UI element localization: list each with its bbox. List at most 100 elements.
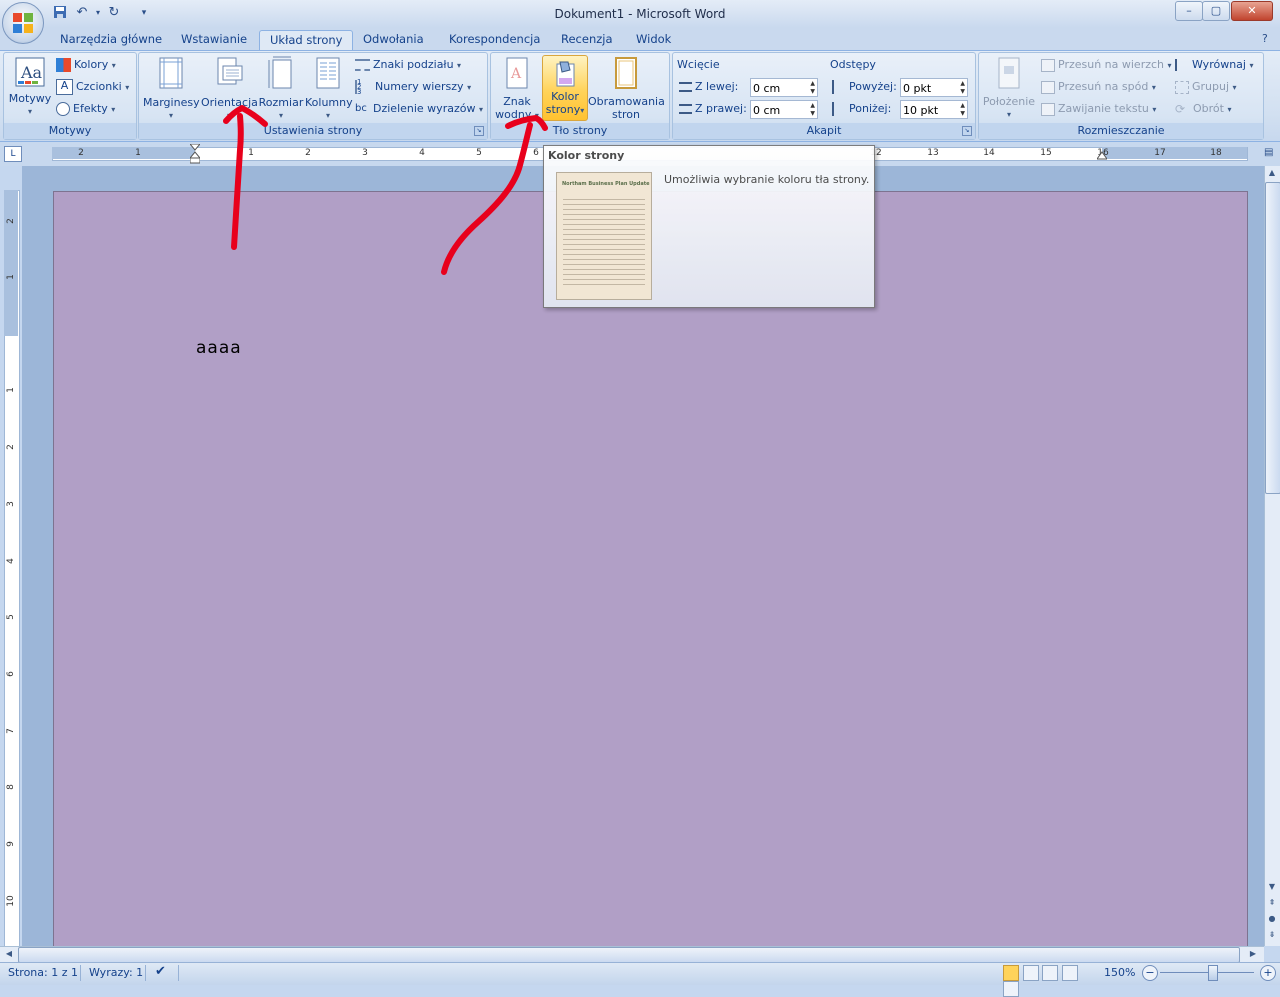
previous-page-icon[interactable]: ⇞ — [1265, 896, 1279, 910]
kolor-strony-button[interactable]: Kolor strony▾ — [542, 55, 588, 121]
ruler-number: 2 — [78, 148, 84, 158]
wyrownaj-button[interactable]: Wyrównaj ▾ — [1175, 55, 1253, 75]
spin-arrows-icon[interactable]: ▲ ▼ — [960, 80, 965, 96]
motywy-button[interactable]: Aa Motywy ▾ — [7, 56, 53, 118]
proofing-icon[interactable]: ✔ — [155, 964, 166, 979]
przesun-na-spod-button[interactable]: Przesuń na spód ▾ — [1041, 77, 1156, 97]
marginesy-button[interactable]: Marginesy ▾ — [143, 56, 200, 122]
vruler-number: 2 — [6, 444, 16, 450]
draft-view-icon[interactable] — [1003, 981, 1019, 997]
tab-odwolania[interactable]: Odwołania — [353, 30, 434, 50]
right-indent-marker-icon[interactable] — [1096, 150, 1108, 160]
obramowania-stron-button[interactable]: Obramowania stron — [588, 56, 665, 121]
maximize-button[interactable]: ▢ — [1202, 1, 1230, 21]
vruler-number: 10 — [6, 895, 16, 907]
orientacja-label: Orientacja — [201, 96, 258, 109]
vruler-number: 3 — [6, 501, 16, 507]
zoom-in-icon[interactable]: + — [1260, 965, 1276, 981]
ponizej-input[interactable]: 10 pkt ▲ ▼ — [900, 100, 968, 119]
scroll-left-icon[interactable]: ◀ — [2, 947, 16, 961]
minimize-button[interactable]: – — [1175, 1, 1203, 21]
outline-view-icon[interactable] — [1061, 965, 1078, 981]
akapit-launcher-icon[interactable]: ↘ — [962, 126, 972, 136]
z-lewej-input[interactable]: 0 cm ▲ ▼ — [750, 78, 818, 97]
zoom-slider-thumb[interactable] — [1208, 965, 1218, 981]
tab-wstawianie[interactable]: Wstawianie — [171, 30, 257, 50]
web-layout-icon[interactable] — [1042, 965, 1058, 981]
view-buttons — [1003, 965, 1093, 997]
znaki-podzialu-button[interactable]: Znaki podziału ▾ — [355, 55, 461, 75]
office-button[interactable] — [2, 2, 44, 44]
page-color-icon — [556, 61, 575, 87]
znak-wodny-button[interactable]: A Znak wodny ▾ — [494, 56, 540, 122]
vruler-number: 1 — [6, 274, 16, 280]
group-label-ustawienia-strony: Ustawienia strony — [139, 123, 487, 139]
spin-arrows-icon[interactable]: ▲ ▼ — [960, 102, 965, 118]
colors-icon — [56, 58, 71, 72]
obrot-button[interactable]: ⟳ Obrót ▾ — [1175, 99, 1231, 119]
page-borders-icon — [615, 57, 637, 89]
vertical-scroll-thumb[interactable] — [1265, 182, 1280, 494]
grupuj-button[interactable]: Grupuj ▾ — [1175, 77, 1237, 97]
full-screen-reading-icon[interactable] — [1022, 965, 1039, 981]
group-label-tlo-strony: Tło strony — [491, 123, 669, 139]
tab-widok[interactable]: Widok — [626, 30, 681, 50]
z-prawej-input[interactable]: 0 cm ▲ ▼ — [750, 100, 818, 119]
tab-recenzja[interactable]: Recenzja — [551, 30, 623, 50]
polozenie-button[interactable]: Położenie ▾ — [982, 56, 1036, 121]
rozmiar-button[interactable]: Rozmiar ▾ — [258, 56, 304, 122]
numery-wierszy-button[interactable]: 1 2 3 Numery wierszy ▾ — [355, 77, 471, 97]
help-icon[interactable]: ? — [1262, 32, 1276, 46]
efekty-button[interactable]: Efekty ▾ — [56, 99, 115, 119]
tab-uklad-strony[interactable]: Układ strony — [259, 30, 354, 51]
zoom-level[interactable]: 150% — [1104, 966, 1135, 979]
znak-wodny-label-2: wodny ▾ — [495, 108, 539, 121]
next-page-icon[interactable]: ⇟ — [1265, 928, 1279, 942]
ruler-right-margin — [1102, 147, 1247, 159]
przesun-na-wierzch-button[interactable]: Przesuń na wierzch ▾ — [1041, 55, 1172, 75]
polozenie-label: Położenie — [982, 95, 1036, 108]
align-icon — [1175, 59, 1189, 71]
group-icon — [1175, 80, 1189, 94]
obramowania-label-1: Obramowania — [588, 95, 665, 108]
columns-icon — [316, 57, 340, 89]
tab-narzedzia-glowne[interactable]: Narzędzia główne — [50, 30, 172, 50]
zoom-slider-track[interactable] — [1160, 972, 1254, 973]
motywy-label: Motywy — [8, 92, 52, 105]
close-button[interactable]: ✕ — [1231, 1, 1273, 21]
tab-selector[interactable]: L — [4, 146, 22, 162]
scroll-up-icon[interactable]: ▲ — [1265, 166, 1279, 180]
document-text[interactable]: aaaa — [196, 338, 242, 358]
spin-arrows-icon[interactable]: ▲ ▼ — [810, 102, 815, 118]
ustawienia-launcher-icon[interactable]: ↘ — [474, 126, 484, 136]
scroll-right-icon[interactable]: ▶ — [1246, 947, 1260, 961]
marginesy-label: Marginesy — [143, 96, 200, 109]
zoom-out-icon[interactable]: − — [1142, 965, 1158, 981]
kolumny-button[interactable]: Kolumny ▾ — [305, 56, 353, 122]
dzielenie-wyrazow-button[interactable]: bc Dzielenie wyrazów ▾ — [355, 99, 483, 119]
vruler-number: 2 — [6, 218, 16, 224]
kolory-button[interactable]: Kolory ▾ — [56, 55, 116, 75]
browse-object-icon[interactable]: ● — [1265, 912, 1279, 926]
vruler-number: 1 — [6, 387, 16, 393]
scroll-down-icon[interactable]: ▼ — [1265, 880, 1279, 894]
spin-arrows-icon[interactable]: ▲ ▼ — [810, 80, 815, 96]
powyzej-input[interactable]: 0 pkt ▲ ▼ — [900, 78, 968, 97]
group-label-akapit: Akapit — [673, 123, 975, 139]
efekty-label: Efekty — [73, 102, 108, 115]
zawijanie-tekstu-button[interactable]: Zawijanie tekstu ▾ — [1041, 99, 1156, 119]
breaks-icon — [355, 59, 370, 71]
status-words[interactable]: Wyrazy: 1 — [89, 966, 143, 979]
orientacja-button[interactable]: Orientacja ▾ — [201, 56, 258, 122]
horizontal-scroll-thumb[interactable] — [18, 947, 1240, 963]
print-layout-view-icon[interactable] — [1003, 965, 1019, 981]
kolor-strony-label-2: strony▾ — [545, 103, 585, 116]
czcionki-button[interactable]: A Czcionki ▾ — [56, 77, 129, 97]
status-page[interactable]: Strona: 1 z 1 — [8, 966, 78, 979]
indent-marker-icon[interactable] — [188, 143, 202, 164]
size-icon — [268, 56, 292, 89]
tab-korespondencja[interactable]: Korespondencja — [439, 30, 550, 50]
view-ruler-icon[interactable]: ▤ — [1264, 147, 1278, 161]
ruler-number: 3 — [362, 148, 368, 158]
tooltip-thumbnail-title: Northam Business Plan Update — [562, 181, 650, 187]
